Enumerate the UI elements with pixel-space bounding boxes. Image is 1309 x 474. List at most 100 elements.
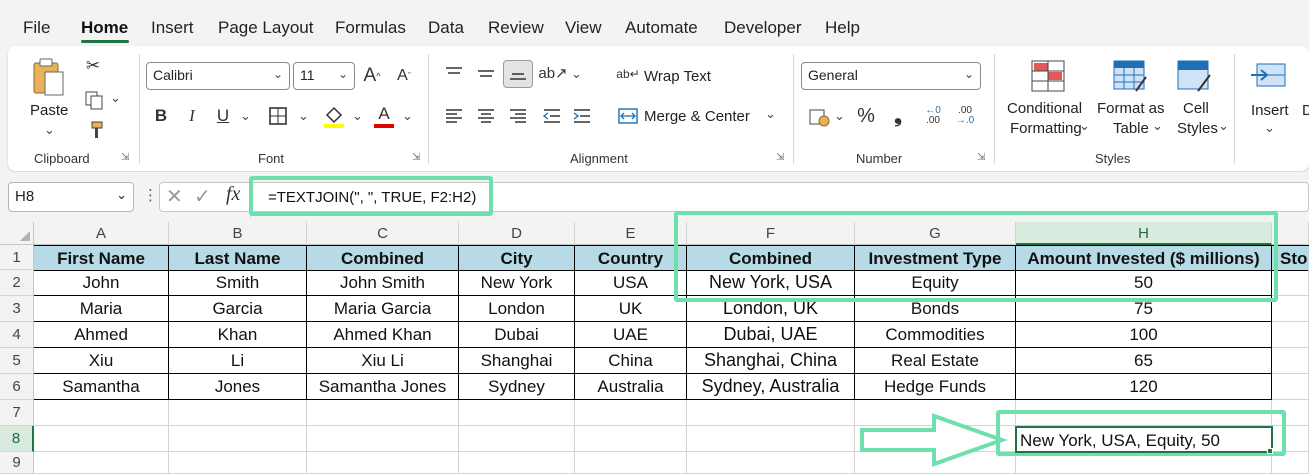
cancel-icon[interactable]: ✕	[166, 184, 183, 209]
header-cell[interactable]: Combined	[307, 245, 459, 271]
row-header-4[interactable]: 4	[0, 322, 34, 348]
empty-cell[interactable]	[169, 426, 307, 452]
merge-center-icon[interactable]	[616, 104, 640, 128]
data-cell[interactable]: 100	[1016, 322, 1272, 348]
data-cell[interactable]: Real Estate	[855, 348, 1016, 374]
align-center-icon[interactable]	[474, 104, 498, 128]
data-cell[interactable]: Xiu	[34, 348, 169, 374]
row-header-2[interactable]: 2	[0, 270, 34, 296]
clipboard-launcher-icon[interactable]: ⇲	[121, 152, 129, 163]
empty-cell[interactable]	[1272, 400, 1309, 426]
empty-cell[interactable]	[169, 400, 307, 426]
data-cell[interactable]: Khan	[169, 322, 307, 348]
empty-cell[interactable]	[1272, 374, 1309, 400]
italic-icon[interactable]: I	[181, 104, 203, 128]
insert-cells-button[interactable]: Insert	[1251, 102, 1289, 119]
percent-style-icon[interactable]: %	[854, 104, 878, 128]
data-cell[interactable]: 75	[1016, 296, 1272, 322]
conditional-formatting-icon[interactable]	[1028, 56, 1068, 96]
format-painter-icon[interactable]	[82, 118, 106, 142]
data-cell[interactable]: Maria	[34, 296, 169, 322]
row-header-1[interactable]: 1	[0, 245, 34, 270]
header-cell[interactable]: Country	[575, 245, 687, 271]
select-all-corner[interactable]	[0, 222, 34, 245]
column-header-f[interactable]: F	[687, 222, 855, 245]
empty-cell[interactable]	[1272, 322, 1309, 348]
data-cell[interactable]: Hedge Funds	[855, 374, 1016, 400]
menu-page-layout[interactable]: Page Layout	[218, 18, 313, 38]
data-cell[interactable]: Ahmed	[34, 322, 169, 348]
fill-handle[interactable]	[1267, 448, 1273, 454]
font-color-dropdown-icon[interactable]: ⌄	[402, 108, 413, 124]
column-header-e[interactable]: E	[575, 222, 687, 245]
format-as-table-label-2[interactable]: Table	[1113, 120, 1149, 137]
delete-cells-button-partial[interactable]: D	[1302, 102, 1309, 119]
empty-cell[interactable]	[687, 452, 855, 474]
menu-automate[interactable]: Automate	[625, 18, 698, 38]
font-size-select[interactable]: 11 ⌄	[293, 62, 355, 90]
row-header-9[interactable]: 9	[0, 452, 34, 474]
header-cell[interactable]: Amount Invested ($ millions)	[1016, 245, 1272, 271]
data-cell[interactable]: John	[34, 270, 169, 296]
merge-center-dropdown-icon[interactable]: ⌄	[765, 106, 776, 122]
decrease-decimal-icon[interactable]: .00 →.0	[952, 102, 978, 130]
conditional-formatting-label-2[interactable]: Formatting	[1010, 120, 1082, 137]
data-cell[interactable]: Maria Garcia	[307, 296, 459, 322]
conditional-formatting-dropdown-icon[interactable]: ⌄	[1079, 118, 1090, 134]
header-cell[interactable]: Combined	[687, 245, 855, 271]
column-header-h[interactable]: H	[1016, 222, 1272, 245]
menu-developer[interactable]: Developer	[724, 18, 802, 38]
increase-indent-icon[interactable]	[570, 104, 594, 128]
font-family-select[interactable]: Calibri ⌄	[146, 62, 290, 90]
data-cell[interactable]: Ahmed Khan	[307, 322, 459, 348]
data-cell[interactable]: Bonds	[855, 296, 1016, 322]
empty-cell[interactable]	[34, 426, 169, 452]
data-cell[interactable]: John Smith	[307, 270, 459, 296]
menu-home[interactable]: Home	[81, 18, 128, 38]
empty-cell[interactable]	[34, 452, 169, 474]
data-cell[interactable]: China	[575, 348, 687, 374]
data-cell[interactable]: Shanghai, China	[687, 348, 855, 374]
insert-cells-dropdown-icon[interactable]: ⌄	[1264, 120, 1275, 136]
empty-cell[interactable]	[1272, 348, 1309, 374]
fill-color-icon[interactable]	[322, 104, 346, 130]
menu-data[interactable]: Data	[428, 18, 464, 38]
empty-cell[interactable]	[1272, 452, 1309, 474]
align-right-icon[interactable]	[506, 104, 530, 128]
data-cell[interactable]: New York	[459, 270, 575, 296]
empty-cell[interactable]	[307, 426, 459, 452]
fill-color-dropdown-icon[interactable]: ⌄	[352, 108, 363, 124]
data-cell[interactable]: Australia	[575, 374, 687, 400]
column-header-b[interactable]: B	[169, 222, 307, 245]
empty-cell[interactable]	[459, 426, 575, 452]
empty-cell[interactable]	[575, 426, 687, 452]
data-cell[interactable]: New York, USA	[687, 270, 855, 296]
header-cell[interactable]: Last Name	[169, 245, 307, 271]
data-cell[interactable]: UK	[575, 296, 687, 322]
cell-styles-label-2[interactable]: Styles	[1177, 120, 1218, 137]
empty-cell[interactable]	[687, 426, 855, 452]
active-cell-h8[interactable]: New York, USA, Equity, 50	[1015, 426, 1273, 453]
data-cell[interactable]: Equity	[855, 270, 1016, 296]
data-cell[interactable]: Sydney, Australia	[687, 374, 855, 400]
row-header-8[interactable]: 8	[0, 426, 34, 452]
wrap-text-icon[interactable]: ab↵	[616, 62, 640, 86]
menu-view[interactable]: View	[565, 18, 602, 38]
empty-cell[interactable]	[34, 400, 169, 426]
empty-cell[interactable]	[1016, 452, 1272, 474]
empty-cell[interactable]	[1272, 296, 1309, 322]
enter-check-icon[interactable]: ✓	[194, 184, 211, 209]
alignment-launcher-icon[interactable]: ⇲	[776, 152, 784, 163]
menu-file[interactable]: File	[23, 18, 50, 38]
data-cell[interactable]: Samantha	[34, 374, 169, 400]
middle-align-icon[interactable]	[474, 62, 498, 86]
paste-icon[interactable]	[30, 56, 66, 98]
number-format-select[interactable]: General ⌄	[801, 62, 981, 90]
data-cell[interactable]: USA	[575, 270, 687, 296]
header-cell[interactable]: First Name	[34, 245, 169, 271]
decrease-font-icon[interactable]: Aˇ	[393, 64, 415, 88]
data-cell[interactable]: Smith	[169, 270, 307, 296]
data-cell[interactable]: London	[459, 296, 575, 322]
orientation-dropdown-icon[interactable]: ⌄	[571, 66, 582, 82]
conditional-formatting-label-1[interactable]: Conditional	[1007, 100, 1082, 117]
